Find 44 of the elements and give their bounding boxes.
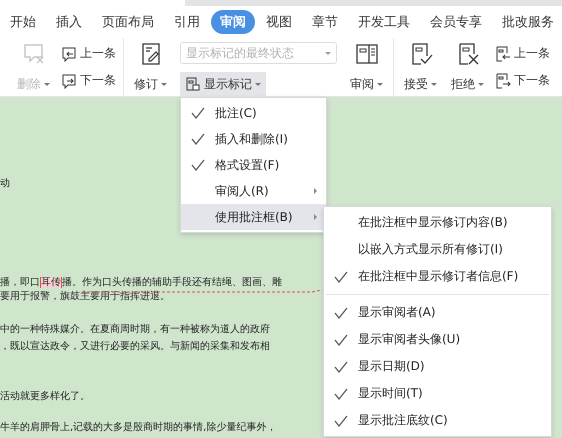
menu-tab[interactable]: 引用	[165, 10, 209, 34]
reject-button[interactable]: 拒绝	[449, 74, 486, 94]
menu-item[interactable]: 使用批注框(B)	[181, 204, 326, 230]
next-change-icon	[495, 72, 511, 88]
menu-tab[interactable]: 会员专享	[421, 10, 491, 34]
accept-button[interactable]: 接受	[402, 74, 439, 94]
delete-comment-icon	[22, 42, 46, 66]
menu-tab[interactable]: 章节	[303, 10, 347, 34]
previous-change-button[interactable]: 上一条	[493, 42, 552, 64]
track-changes-button[interactable]: 修订	[132, 74, 169, 94]
menu-tab[interactable]: 开发工具	[349, 10, 419, 34]
menu-item[interactable]: 审阅人(R)	[181, 178, 326, 204]
previous-button[interactable]: 上一条	[59, 42, 118, 64]
document-text: 牛羊的肩胛骨上,记载的大多是殷商时期的事情,除少量纪事外，	[0, 421, 276, 435]
previous-comment-icon	[61, 46, 77, 62]
document-text: 活动就更多样化了。	[0, 390, 90, 404]
menu-item[interactable]: 插入和删除(I)	[181, 126, 326, 152]
menu-item[interactable]: 在批注框中显示修订者信息(F)	[324, 263, 551, 290]
menu-tab[interactable]: 页面布局	[93, 10, 163, 34]
document-text: ，既以宣达政令，又进行必要的采风。与新闻的采集和发布相	[0, 340, 270, 354]
next-button[interactable]: 下一条	[59, 70, 118, 92]
menu-item[interactable]: 显示审阅者(A)	[324, 299, 551, 326]
menu-item[interactable]: 显示时间(T)	[324, 380, 551, 407]
previous-change-icon	[495, 46, 511, 62]
next-change-button[interactable]: 下一条	[493, 70, 552, 92]
menu-tab[interactable]: 批改服务	[493, 10, 562, 34]
menu-item[interactable]: 以嵌入方式显示所有修订(I)	[324, 236, 551, 263]
menu-item[interactable]: 格式设置(F)	[181, 152, 326, 178]
menu-tab[interactable]: 插入	[47, 10, 91, 34]
menu-item[interactable]: 显示审阅者头像(U)	[324, 326, 551, 353]
menu-tab[interactable]: 开始	[1, 10, 45, 34]
reviewing-pane-icon	[354, 42, 378, 66]
menu-item[interactable]: 批注(C)	[181, 100, 326, 126]
document-text: 中的一种特殊媒介。在夏商周时期，有一种被称为道人的政府	[0, 323, 270, 337]
document-text: 动	[0, 177, 10, 191]
show-markup-button[interactable]: 显示标记	[180, 72, 266, 96]
markup-icon	[185, 76, 201, 92]
menu-item[interactable]: 显示日期(D)	[324, 353, 551, 380]
menu-item[interactable]: 显示批注底纹(C)	[324, 407, 551, 434]
menu-tab[interactable]: 视图	[257, 10, 301, 34]
menu-item[interactable]: 在批注框中显示修订内容(B)	[324, 209, 551, 236]
next-comment-icon	[61, 72, 77, 88]
review-button[interactable]: 审阅	[348, 74, 385, 94]
document-text: 播，即口 耳传播。作为口头传播的辅助手段还有结绳、图画、雕	[0, 276, 282, 290]
